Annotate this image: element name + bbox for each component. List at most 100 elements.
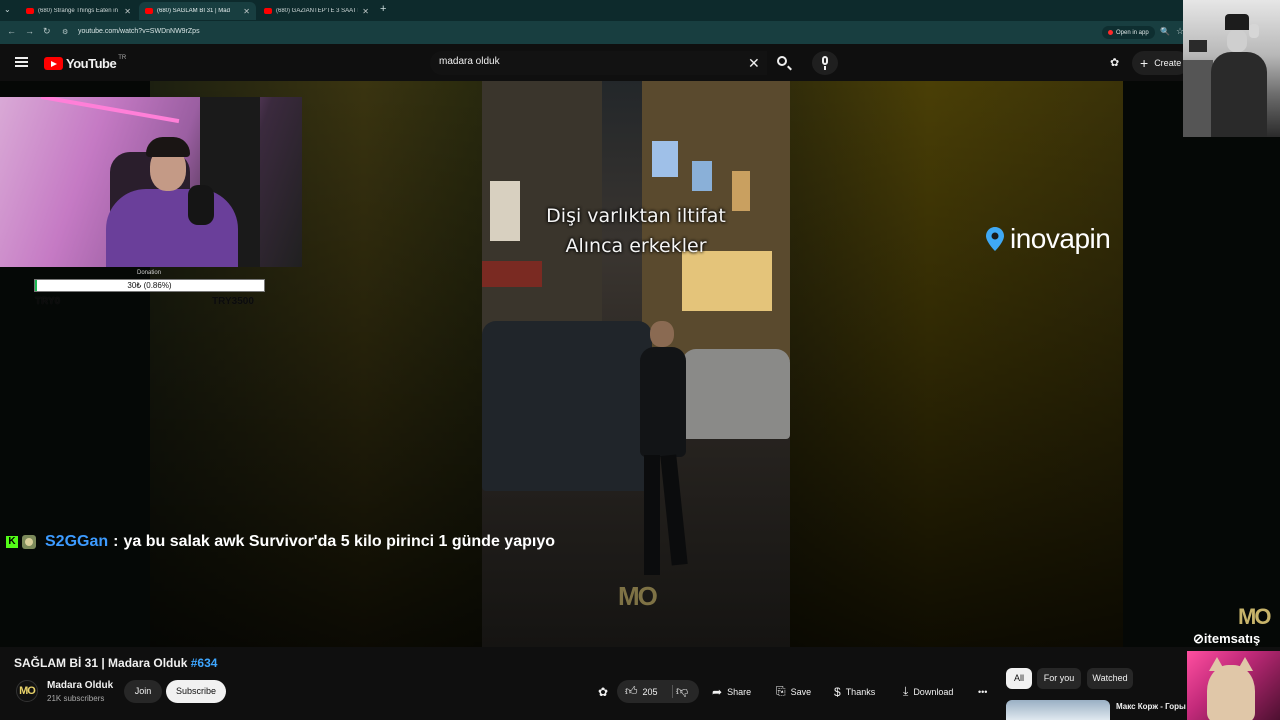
logo-text: YouTube <box>66 56 117 71</box>
dislike-button[interactable]: 👎︎ <box>676 680 693 703</box>
donation-progress-bar: 30₺ (0.86%) <box>34 279 265 292</box>
donation-min-label: TRY0 <box>35 296 61 307</box>
tab-title: (680) SAĞLAM Bİ 31 | Mad <box>157 8 230 14</box>
site-info-icon[interactable]: ⚙ <box>62 28 68 36</box>
microphone-icon <box>188 185 214 225</box>
link-icon: ⊘ <box>1193 631 1204 646</box>
photo-figure <box>1183 60 1213 137</box>
search-icon <box>777 56 787 66</box>
streamer-hair <box>146 137 190 157</box>
close-tab-icon[interactable]: ✕ <box>362 7 369 16</box>
microphone-stand <box>824 66 826 70</box>
url-field[interactable]: youtube.com/watch?v=SWDnNW9rZps <box>78 28 200 35</box>
open-in-app-label: Open in app <box>1116 29 1149 36</box>
caption-line-2: Alınca erkekler <box>565 235 707 257</box>
thumbs-down-icon: 👎︎ <box>676 684 689 698</box>
browser-tab-bar: ⌄ (680) Strange Things Eaten in B ✕ (680… <box>0 0 1280 21</box>
channel-brand-mark: MO <box>1238 604 1271 629</box>
like-button[interactable]: 👍︎ 205 <box>625 680 658 703</box>
like-count: 205 <box>642 686 658 697</box>
donation-goal-label: Donation <box>136 270 162 276</box>
sponsor-logo: inovapin <box>986 223 1111 255</box>
streamer-hoodie <box>106 189 238 267</box>
person-torso <box>640 347 686 457</box>
chat-message-text: ya bu salak awk Survivor'da 5 kilo pirin… <box>123 533 555 550</box>
back-icon[interactable]: ← <box>7 26 16 36</box>
extension-action-icon[interactable]: ✿ <box>598 680 613 703</box>
tab-title: (680) Strange Things Eaten in B <box>38 8 121 14</box>
recommendation-title[interactable]: Макс Корж - Горы (Official video) <box>1116 702 1186 712</box>
zoom-icon[interactable]: 🔍 <box>1160 27 1170 36</box>
photo-face <box>1227 30 1247 52</box>
chat-overlay-message: K S2GGan : ya bu salak awk Survivor'da 5… <box>6 533 555 551</box>
walking-person <box>632 321 692 581</box>
video-watermark: MO <box>618 581 658 611</box>
browser-tab-1[interactable]: (680) Strange Things Eaten in B ✕ <box>20 2 137 20</box>
brand-name-text: itemsatış <box>1203 631 1261 646</box>
search-button[interactable] <box>767 51 800 75</box>
save-label: Save <box>790 686 812 697</box>
extension-icon: ✿ <box>598 684 609 699</box>
overlay-cat-photo <box>1187 651 1280 720</box>
join-button[interactable]: Join <box>124 680 162 703</box>
hashtag-link[interactable]: #634 <box>191 656 218 670</box>
photo-hand <box>1249 24 1259 38</box>
browser-tab-3[interactable]: (680) GAZİANTEP'TE 3 SAATTE ✕ <box>258 2 375 20</box>
hamburger-menu-icon[interactable] <box>15 57 28 67</box>
download-label: Download <box>913 686 954 697</box>
sponsor-name: inovapin <box>1010 223 1111 254</box>
subscribe-button[interactable]: Subscribe <box>166 680 226 703</box>
search-input[interactable]: madara olduk <box>439 56 500 67</box>
address-bar: ← → ↻ ⚙ youtube.com/watch?v=SWDnNW9rZps … <box>0 21 1280 44</box>
channel-avatar[interactable]: MO <box>16 680 38 702</box>
close-tab-icon[interactable]: ✕ <box>243 7 250 16</box>
tab-search-icon[interactable]: ⌄ <box>4 5 11 14</box>
microphone-icon <box>822 56 828 65</box>
subscriber-badge-icon <box>22 535 36 549</box>
awning <box>482 261 542 287</box>
youtube-play-icon <box>44 57 63 70</box>
forward-icon[interactable]: → <box>25 26 34 36</box>
browser-tab-2[interactable]: (680) SAĞLAM Bİ 31 | Mad ✕ <box>139 2 256 20</box>
photo-hat <box>1189 40 1207 52</box>
more-actions-button[interactable]: ••• <box>978 680 987 703</box>
new-tab-button[interactable]: + <box>380 3 386 15</box>
chat-separator: : <box>113 533 119 550</box>
youtube-logo[interactable]: YouTube TR <box>44 55 126 71</box>
chip-all[interactable]: All <box>1006 668 1032 689</box>
streamer-webcam <box>0 97 302 267</box>
youtube-favicon-icon <box>264 8 272 14</box>
chat-username: S2GGan <box>45 533 109 550</box>
video-player[interactable]: Dişi varlıktan iltifat Alınca erkekler M… <box>0 81 1280 647</box>
thanks-icon: $ <box>834 684 841 699</box>
itemsatis-logo: ⊘itemsatış <box>1193 631 1260 647</box>
create-button[interactable]: + Create <box>1132 51 1190 75</box>
extension-icon[interactable]: ✿ <box>1110 56 1124 69</box>
donation-amount: 30₺ (0.86%) <box>127 281 172 290</box>
photo-hat <box>1225 14 1249 30</box>
channel-name[interactable]: Madara Olduk <box>47 680 113 691</box>
voice-search-button[interactable] <box>812 51 838 75</box>
thanks-button[interactable]: $ Thanks <box>834 680 875 703</box>
save-button[interactable]: ⎘ Save <box>776 680 811 703</box>
person-leg <box>660 454 688 566</box>
clear-search-icon[interactable]: ✕ <box>748 55 760 72</box>
download-button[interactable]: ⤓ Download <box>903 680 953 703</box>
window <box>652 141 678 177</box>
reload-icon[interactable]: ↻ <box>43 26 51 37</box>
recommendation-thumbnail[interactable] <box>1006 700 1110 720</box>
close-tab-icon[interactable]: ✕ <box>124 7 131 16</box>
chip-for-you[interactable]: For you <box>1037 668 1081 689</box>
location-pin-icon <box>986 227 1004 251</box>
tab-title: (680) GAZİANTEP'TE 3 SAATTE <box>276 8 359 14</box>
donation-max-label: TRY3500 <box>212 296 254 307</box>
open-in-app-button[interactable]: Open in app <box>1102 26 1155 39</box>
chip-watched[interactable]: Watched <box>1087 668 1133 689</box>
search-box[interactable]: madara olduk ✕ <box>430 51 767 75</box>
cat-face <box>1207 665 1255 720</box>
share-icon: ➦ <box>712 684 723 699</box>
share-button[interactable]: ➦ Share <box>712 680 751 703</box>
video-frame: Dişi varlıktan iltifat Alınca erkekler M… <box>482 81 790 647</box>
subscriber-count: 21K subscribers <box>47 694 105 703</box>
caption-line-1: Dişi varlıktan iltifat <box>546 205 726 227</box>
